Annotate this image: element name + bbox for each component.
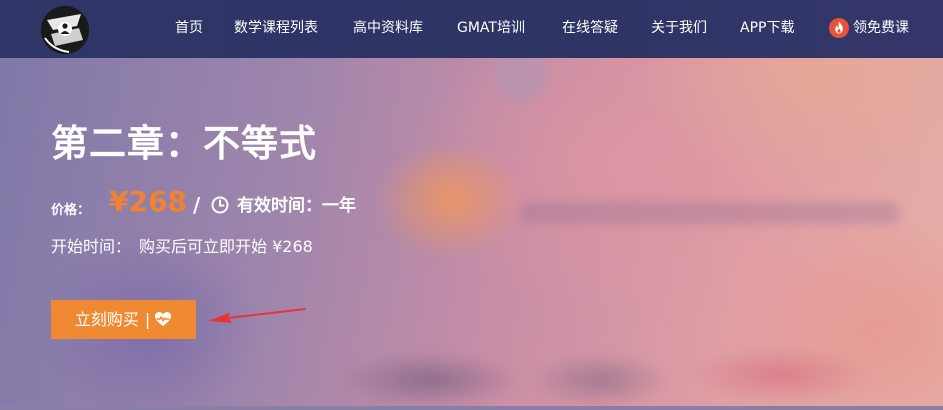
price-label: 价格：	[51, 203, 91, 218]
background-blur-text	[340, 340, 920, 410]
nav-item-about[interactable]: 关于我们	[651, 0, 707, 58]
top-navbar: 首页 数学课程列表 高中资料库 GMAT培训 在线答疑 关于我们 APP下载 领…	[0, 0, 943, 58]
nav-item-free-course[interactable]: 领免费课	[853, 0, 909, 58]
buy-separator: |	[144, 310, 151, 329]
price-value: ¥268	[109, 185, 187, 218]
price-separator: /	[193, 193, 201, 217]
clock-icon	[211, 196, 229, 214]
nav-item-highschool-library[interactable]: 高中资料库	[353, 0, 423, 58]
buy-now-label: 立刻购买	[74, 310, 139, 329]
start-time-row: 开始时间： 购买后可立即开始 ¥268	[51, 235, 313, 259]
nav-item-gmat[interactable]: GMAT培训	[457, 0, 525, 58]
background-blur-line	[520, 202, 900, 224]
start-time-value: 购买后可立即开始 ¥268	[139, 237, 313, 256]
nav-item-home[interactable]: 首页	[175, 0, 203, 58]
nav-item-app-download[interactable]: APP下载	[740, 0, 794, 58]
nav-item-online-qa[interactable]: 在线答疑	[562, 0, 618, 58]
price-row: 价格： ¥268 / 有效时间：一年	[51, 184, 471, 224]
site-logo[interactable]	[41, 6, 89, 54]
heart-pulse-icon	[154, 302, 172, 326]
buy-now-button[interactable]: 立刻购买 |	[51, 300, 196, 339]
fire-icon	[829, 18, 849, 38]
start-time-label: 开始时间：	[51, 237, 132, 256]
course-title: 第二章：不等式	[51, 122, 317, 165]
annotation-arrow	[208, 308, 306, 323]
nav-item-math-courses[interactable]: 数学课程列表	[234, 0, 318, 58]
validity-period: 有效时间：一年	[237, 196, 356, 216]
